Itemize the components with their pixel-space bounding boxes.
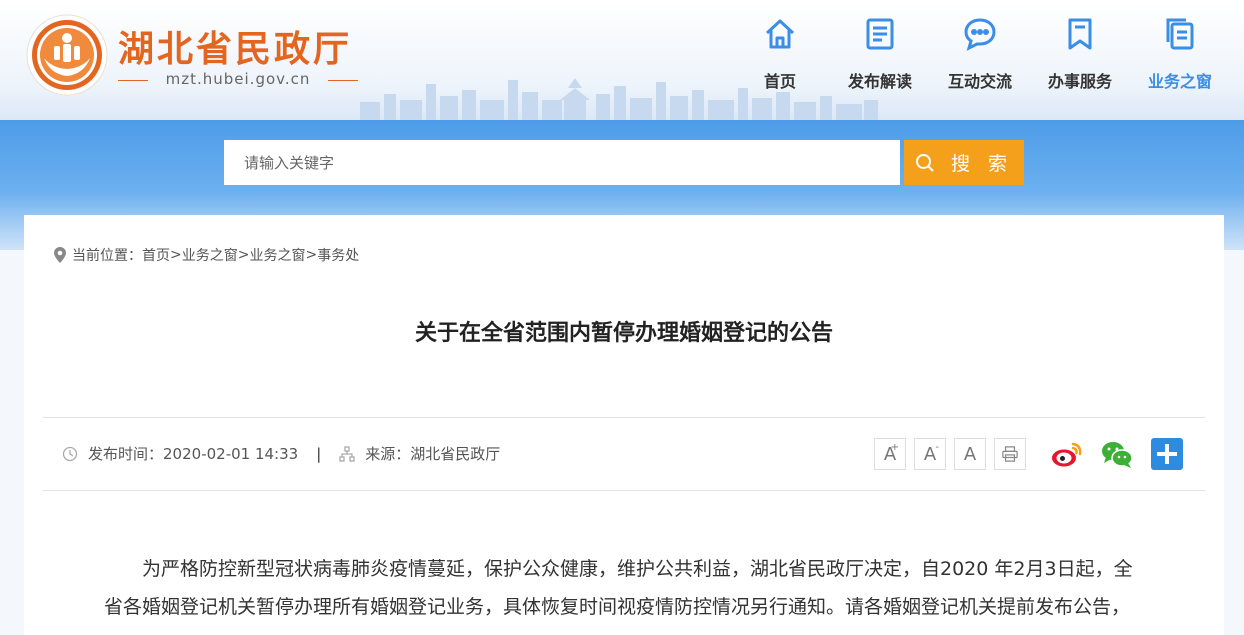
meta-separator: |	[316, 444, 322, 463]
plus-superscript: +	[890, 442, 899, 453]
document-icon	[830, 14, 930, 54]
breadcrumb-separator: >	[237, 247, 250, 263]
nav-label: 业务之窗	[1147, 72, 1212, 91]
main-nav: 首页 发布解读 互动交流 办事服务 业务之窗	[730, 14, 1230, 92]
sitemap-icon	[339, 445, 355, 462]
logo-emblem-icon[interactable]	[26, 14, 108, 96]
home-icon	[730, 14, 830, 54]
search-button-label: 搜 索	[950, 153, 1014, 175]
nav-item-business-window[interactable]: 业务之窗	[1130, 14, 1230, 92]
plus-icon	[1151, 438, 1183, 470]
article-tools: A + A- A	[874, 437, 1184, 471]
chat-bubble-icon	[930, 14, 1030, 54]
print-button[interactable]	[994, 438, 1026, 470]
font-reset-label: A	[963, 443, 977, 465]
copy-document-icon	[1130, 14, 1230, 54]
breadcrumb-item-business-window[interactable]: 业务之窗	[182, 245, 238, 265]
article-meta: 发布时间： 2020-02-01 14:33 | 来源： 湖北省民政厅	[62, 443, 500, 464]
clock-icon	[62, 446, 78, 461]
article-card: 当前位置： 首页 > 业务之窗 > 业务之窗 > 事务处 关于在全省范围内暂停办…	[24, 215, 1224, 635]
source-name: 湖北省民政厅	[410, 445, 501, 463]
breadcrumb-item-affairs[interactable]: 事务处	[317, 245, 359, 265]
divider	[43, 417, 1205, 418]
publish-time: 2020-02-01 14:33	[163, 444, 299, 463]
article-title: 关于在全省范围内暂停办理婚姻登记的公告	[414, 321, 833, 346]
location-pin-icon	[54, 247, 66, 263]
site-url: mzt.hubei.gov.cn	[118, 70, 358, 88]
printer-icon	[1002, 446, 1018, 462]
breadcrumb-item-home[interactable]: 首页	[142, 245, 170, 265]
nav-label: 发布解读	[847, 72, 912, 91]
divider	[43, 490, 1205, 491]
site-header: 湖北省民政厅 mzt.hubei.gov.cn 首页 发布解读 互动交流 办事服…	[0, 0, 1244, 120]
nav-item-releases[interactable]: 发布解读	[830, 14, 930, 92]
search-button[interactable]: 搜 索	[904, 140, 1024, 185]
publish-label: 发布时间：	[88, 445, 164, 463]
font-decrease-label: A	[923, 443, 937, 465]
more-share-button[interactable]	[1150, 437, 1184, 471]
nav-item-interaction[interactable]: 互动交流	[930, 14, 1030, 92]
site-title: 湖北省民政厅	[118, 28, 353, 70]
wechat-share-button[interactable]	[1100, 437, 1134, 471]
font-increase-button[interactable]: A +	[874, 438, 906, 470]
breadcrumb-item-business-window[interactable]: 业务之窗	[249, 245, 305, 265]
weibo-icon	[1052, 442, 1082, 467]
font-reset-button[interactable]: A	[954, 438, 986, 470]
breadcrumb-prefix: 当前位置：	[72, 248, 142, 264]
wechat-icon	[1102, 442, 1133, 468]
nav-label: 办事服务	[1047, 72, 1112, 91]
breadcrumb-separator: >	[170, 247, 182, 263]
source-label: 来源：	[365, 445, 411, 463]
search-icon	[915, 153, 934, 172]
nav-item-home[interactable]: 首页	[730, 14, 830, 92]
bookmark-icon	[1030, 14, 1130, 54]
breadcrumb: 当前位置： 首页 > 业务之窗 > 业务之窗 > 事务处	[54, 245, 359, 265]
nav-label: 互动交流	[947, 72, 1012, 91]
minus-superscript: -	[935, 442, 939, 453]
nav-item-services[interactable]: 办事服务	[1030, 14, 1130, 92]
search-input[interactable]	[224, 140, 900, 185]
weibo-share-button[interactable]	[1050, 437, 1084, 471]
breadcrumb-separator: >	[305, 247, 318, 263]
font-decrease-button[interactable]: A-	[914, 438, 946, 470]
nav-label: 首页	[763, 72, 796, 91]
article-body: 为严格防控新型冠状病毒肺炎疫情蔓延，保护公众健康，维护公共利益，湖北省民政厅决定…	[104, 558, 1133, 635]
